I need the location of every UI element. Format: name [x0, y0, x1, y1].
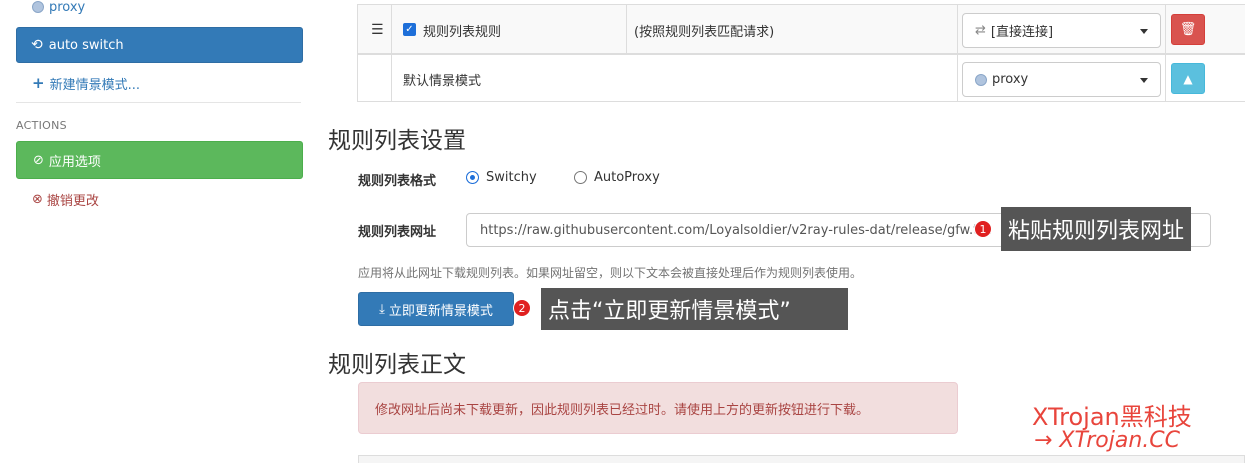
annotation-callout: 粘贴规则列表网址	[1001, 207, 1192, 251]
new-profile-label: 新建情景模式...	[49, 77, 140, 93]
format-label: 规则列表格式	[358, 174, 437, 189]
rule-list-text-heading: 规则列表正文	[328, 352, 466, 378]
radio-label: Switchy	[486, 170, 537, 185]
globe-icon	[32, 1, 44, 13]
column-divider	[626, 5, 627, 55]
apply-options-label: 应用选项	[48, 154, 101, 170]
radio-selected[interactable]	[466, 171, 479, 184]
condition-type: 规则列表规则	[423, 25, 502, 40]
url-help-text: 应用将从此网址下载规则列表。如果网址留空，则以下文本会被直接处理后作为规则列表使…	[358, 266, 863, 280]
move-up-button[interactable]: ▲	[1171, 63, 1205, 94]
delete-rule-button[interactable]: 🗑	[1171, 14, 1205, 45]
sidebar-item-label: auto switch	[48, 37, 124, 53]
rule-profile-select[interactable]: ⇄ [直接连接]	[962, 13, 1161, 48]
watermark-title: XTrojan黑科技	[1032, 403, 1192, 431]
rule-list-textarea[interactable]	[358, 455, 1245, 463]
plus-icon: +	[32, 74, 45, 92]
chevron-down-icon	[1140, 78, 1148, 83]
chevron-down-icon	[1140, 29, 1148, 34]
default-profile-label: 默认情景模式	[403, 74, 482, 89]
outdated-alert: 修改网址后尚未下载更新，因此规则列表已经过时。请使用上方的更新按钮进行下载。	[358, 382, 958, 434]
download-icon: ⤓	[379, 301, 385, 317]
trash-icon: 🗑	[1179, 22, 1197, 37]
sidebar-item-proxy[interactable]: proxy	[32, 0, 86, 15]
watermark-url: → XTrojan.CC	[1034, 428, 1180, 453]
drag-handle-icon[interactable]: ☰	[371, 22, 384, 38]
default-profile-value: proxy	[992, 72, 1029, 87]
discard-changes-label: 撤销更改	[46, 193, 99, 209]
discard-changes-link[interactable]: ⊗ 撤销更改	[32, 190, 99, 209]
format-radio-switchy[interactable]: Switchy	[466, 170, 537, 185]
sidebar-item-label: proxy	[49, 0, 86, 15]
update-profile-label: 立即更新情景模式	[388, 303, 493, 319]
condition-detail: (按照规则列表匹配请求)	[634, 25, 775, 40]
check-circle-icon: ⊘	[33, 152, 44, 168]
rule-list-settings-heading: 规则列表设置	[328, 128, 466, 154]
annotation-callout: 点击“立即更新情景模式”	[541, 288, 848, 330]
actions-header: ACTIONS	[16, 119, 67, 132]
url-label: 规则列表网址	[358, 225, 437, 240]
radio-unselected[interactable]	[574, 171, 587, 184]
step-badge: 1	[974, 220, 992, 238]
format-radio-autoproxy[interactable]: AutoProxy	[574, 170, 660, 185]
apply-options-button[interactable]: ⊘ 应用选项	[16, 141, 303, 179]
swap-icon: ⇄	[975, 23, 986, 38]
chevron-up-icon: ▲	[1183, 71, 1193, 86]
sidebar-divider	[16, 102, 301, 103]
alert-text: 修改网址后尚未下载更新，因此规则列表已经过时。请使用上方的更新按钮进行下载。	[375, 402, 870, 418]
row-divider	[358, 54, 1245, 55]
rule-profile-value: [直接连接]	[990, 25, 1054, 40]
refresh-icon: ⟲	[31, 37, 43, 53]
update-profile-button[interactable]: ⤓ 立即更新情景模式	[358, 292, 514, 326]
new-profile-link[interactable]: + 新建情景模式...	[32, 74, 140, 93]
step-badge: 2	[513, 299, 531, 317]
default-profile-select[interactable]: proxy	[962, 62, 1161, 97]
sidebar-item-auto-switch[interactable]: ⟲ auto switch	[16, 27, 303, 63]
x-circle-icon: ⊗	[32, 191, 43, 207]
url-value: https://raw.githubusercontent.com/Loyals…	[480, 222, 992, 238]
radio-label: AutoProxy	[594, 170, 660, 185]
globe-icon	[975, 73, 987, 86]
rule-enabled-checkbox[interactable]: ✓	[403, 23, 416, 36]
